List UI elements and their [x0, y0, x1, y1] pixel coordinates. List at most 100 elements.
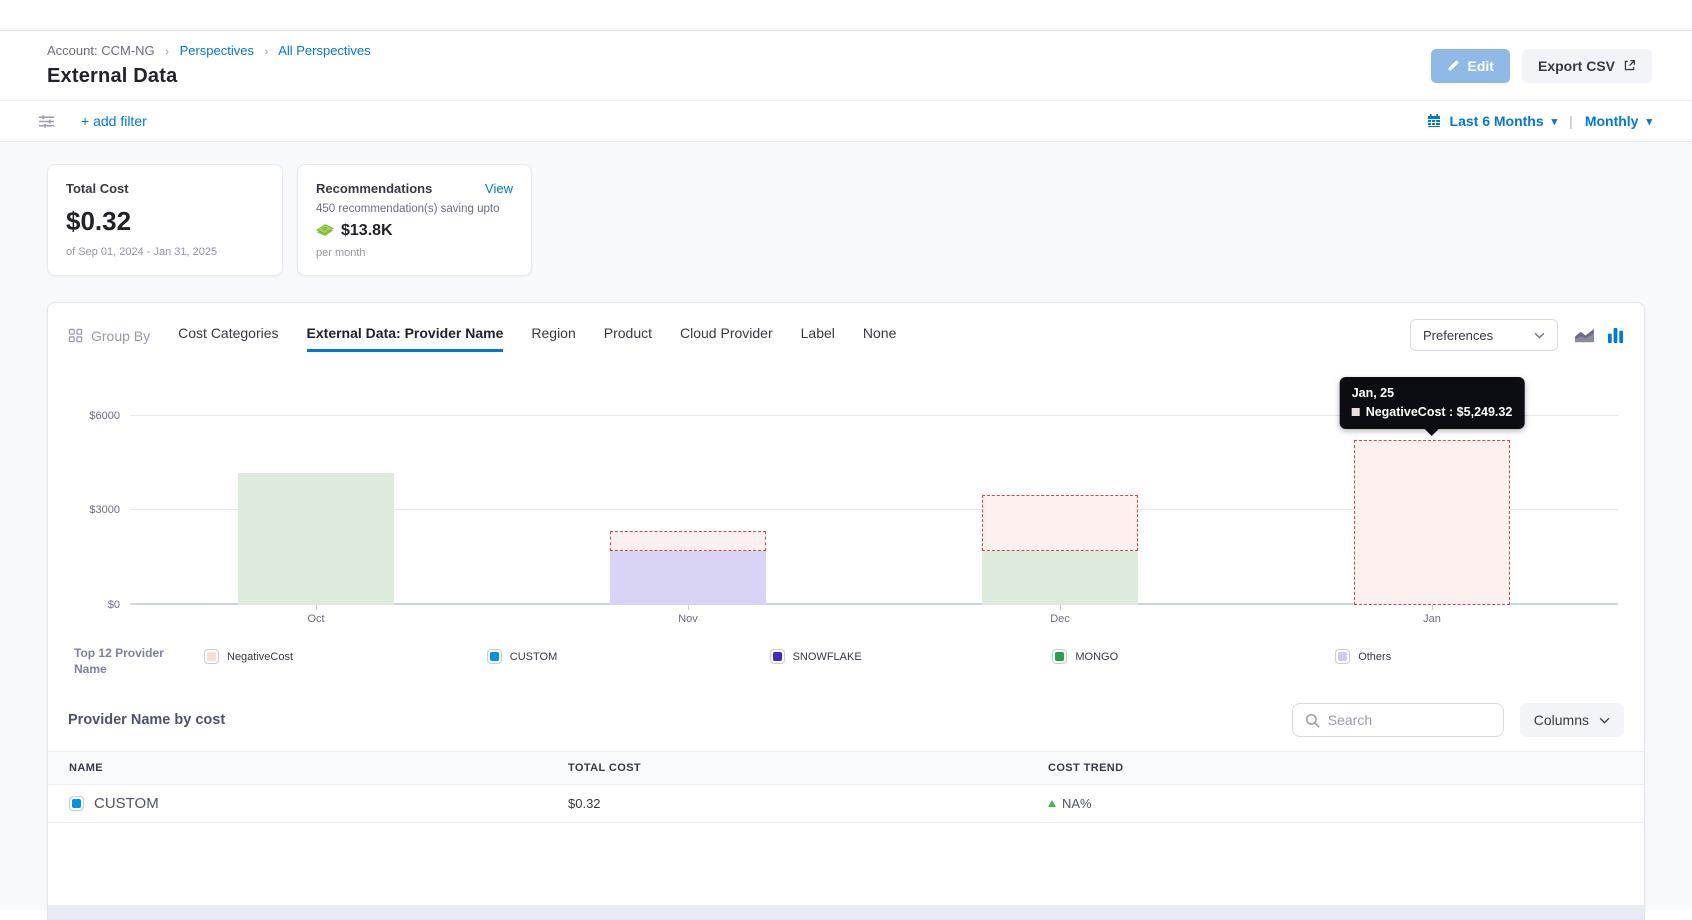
bar-negativecost-dec[interactable] [982, 495, 1138, 551]
granularity-select[interactable]: Monthly [1585, 113, 1639, 129]
edit-button-label: Edit [1468, 58, 1494, 74]
chevron-down-icon[interactable]: ▾ [1646, 115, 1652, 128]
legend-item-custom[interactable]: CUSTOM [487, 649, 770, 664]
page-title: External Data [47, 65, 371, 88]
bar-negativecost-nov[interactable] [610, 531, 766, 551]
breadcrumb-link-perspectives[interactable]: Perspectives [180, 43, 254, 58]
row-total-cost: $0.32 [568, 785, 1048, 823]
search-icon [1305, 713, 1320, 728]
x-axis-tick [316, 605, 317, 610]
legend-swatch [1335, 649, 1350, 664]
total-cost-value: $0.32 [66, 206, 264, 237]
breadcrumb: Account: CCM-NG › Perspectives › All Per… [47, 43, 371, 58]
tab-label[interactable]: Label [801, 325, 835, 352]
grid-icon [68, 328, 83, 343]
table-search[interactable] [1292, 703, 1504, 737]
tab-cloud-provider[interactable]: Cloud Provider [680, 325, 773, 352]
x-axis-tick [688, 605, 689, 610]
bar-others-nov[interactable] [610, 551, 766, 605]
legend-swatch [770, 649, 785, 664]
x-axis-label: Dec [1050, 613, 1070, 625]
preferences-dropdown[interactable]: Preferences [1410, 319, 1558, 351]
export-csv-label: Export CSV [1538, 58, 1615, 74]
tab-cost-categories[interactable]: Cost Categories [178, 325, 278, 352]
savings-value: $13.8K [341, 222, 393, 240]
tooltip-series-swatch [1352, 408, 1360, 416]
bar-mongo-oct[interactable] [238, 473, 394, 605]
chart-legend: Top 12 Provider Name NegativeCost CUSTOM… [48, 631, 1644, 677]
tab-product[interactable]: Product [604, 325, 652, 352]
chevron-down-icon[interactable]: ▾ [1552, 115, 1558, 128]
window-chrome [0, 0, 1692, 31]
legend-item-negativecost[interactable]: NegativeCost [204, 649, 487, 664]
legend-item-snowflake[interactable]: SNOWFLAKE [770, 649, 1053, 664]
chart-tooltip: Jan, 25 NegativeCost : $5,249.32 [1340, 377, 1525, 429]
x-axis-tick [1432, 605, 1433, 610]
breadcrumb-link-all-perspectives[interactable]: All Perspectives [278, 43, 370, 58]
x-axis-label: Nov [678, 613, 698, 625]
trend-up-icon [1048, 800, 1056, 807]
legend-title: Top 12 Provider Name [74, 645, 178, 677]
recommendations-title: Recommendations [316, 181, 432, 196]
bar-negativecost-jan[interactable] [1354, 440, 1510, 605]
next-row-strip [48, 905, 1644, 919]
chart-x-axis: OctNovDecJan [130, 605, 1618, 631]
savings-period: per month [316, 247, 513, 259]
column-header-total-cost[interactable]: TOTAL COST [568, 752, 1048, 785]
x-axis-label: Jan [1423, 613, 1441, 625]
tab-region[interactable]: Region [531, 325, 575, 352]
edit-button[interactable]: Edit [1431, 49, 1510, 83]
legend-swatch [487, 649, 502, 664]
legend-item-mongo[interactable]: MONGO [1052, 649, 1335, 664]
breadcrumb-account: Account: CCM-NG [47, 43, 155, 58]
total-cost-period: of Sep 01, 2024 - Jan 31, 2025 [66, 246, 264, 258]
bar-mongo-dec[interactable] [982, 551, 1138, 605]
y-axis-tick: $0 [74, 599, 120, 611]
cost-chart: Jan, 25 NegativeCost : $5,249.32 $0 $3000… [48, 357, 1644, 631]
pencil-icon [1447, 59, 1460, 72]
table-header-row: NAME TOTAL COST COST TREND [48, 752, 1644, 785]
x-axis-tick [1060, 605, 1061, 610]
export-csv-button[interactable]: Export CSV [1522, 49, 1652, 83]
legend-swatch [204, 649, 219, 664]
bar-chart-icon[interactable] [1607, 327, 1624, 343]
date-range-select[interactable]: Last 6 Months [1450, 113, 1544, 129]
tooltip-title: Jan, 25 [1352, 386, 1513, 400]
filter-bar: + add filter Last 6 Months ▾ | Monthly ▾ [0, 100, 1692, 142]
columns-button[interactable]: Columns [1520, 703, 1624, 737]
recommendations-card: Recommendations View 450 recommendation(… [297, 164, 532, 276]
tab-none[interactable]: None [863, 325, 896, 352]
calendar-icon [1426, 113, 1442, 129]
content-area: Total Cost $0.32 of Sep 01, 2024 - Jan 3… [0, 142, 1692, 910]
y-axis-tick: $3000 [74, 504, 120, 516]
columns-button-label: Columns [1534, 712, 1589, 728]
y-axis-tick: $6000 [74, 410, 120, 422]
group-by-label: Group By [68, 328, 150, 352]
column-header-cost-trend[interactable]: COST TREND [1048, 752, 1644, 785]
column-header-name[interactable]: NAME [48, 752, 568, 785]
preferences-label: Preferences [1423, 328, 1493, 343]
table-row[interactable]: CUSTOM $0.32 NA% [48, 785, 1644, 823]
add-filter-button[interactable]: + add filter [81, 113, 147, 129]
recommendations-subtitle: 450 recommendation(s) saving upto [316, 203, 513, 215]
perspective-panel: Group By Cost Categories External Data: … [47, 302, 1645, 920]
row-provider-name: CUSTOM [94, 795, 159, 812]
view-recommendations-link[interactable]: View [485, 181, 513, 196]
page-header: Account: CCM-NG › Perspectives › All Per… [0, 31, 1692, 100]
pipe-divider: | [1569, 113, 1573, 129]
total-cost-card: Total Cost $0.32 of Sep 01, 2024 - Jan 3… [47, 164, 283, 276]
total-cost-title: Total Cost [66, 181, 264, 196]
legend-swatch [1052, 649, 1067, 664]
legend-item-others[interactable]: Others [1335, 649, 1618, 664]
row-cost-trend: NA% [1062, 796, 1092, 811]
tooltip-text: NegativeCost : $5,249.32 [1366, 405, 1513, 419]
search-input[interactable] [1328, 712, 1491, 728]
chart-plot: Jan, 25 NegativeCost : $5,249.32 $0$3000… [130, 397, 1618, 605]
tab-external-data-provider-name[interactable]: External Data: Provider Name [307, 325, 504, 352]
group-by-bar: Group By Cost Categories External Data: … [48, 303, 1644, 357]
external-link-icon [1623, 59, 1636, 72]
row-swatch [69, 796, 84, 811]
table-title: Provider Name by cost [68, 712, 225, 728]
area-chart-icon[interactable] [1574, 328, 1595, 343]
filter-sliders-icon[interactable] [38, 113, 55, 130]
